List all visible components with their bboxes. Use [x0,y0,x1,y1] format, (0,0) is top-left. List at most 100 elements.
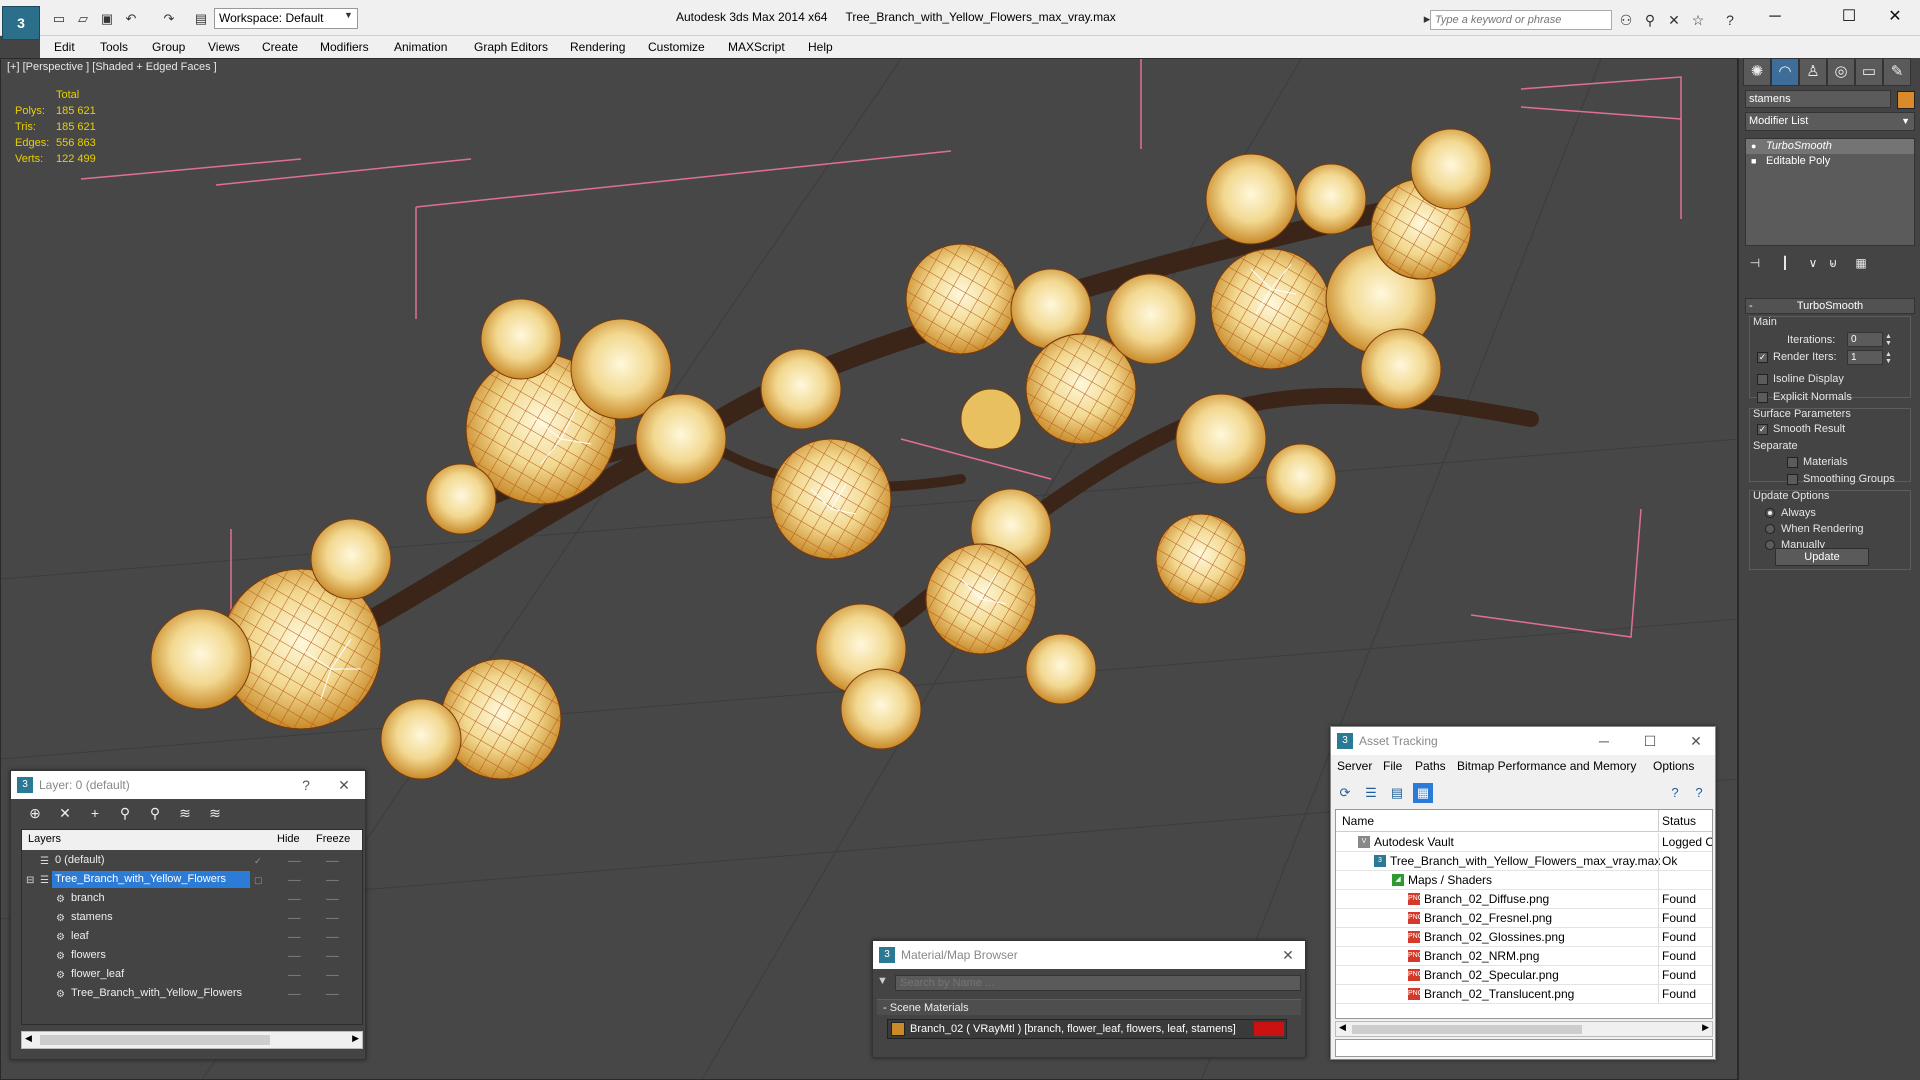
hide-toggle[interactable]: ── [288,890,302,909]
menu-server[interactable]: Server [1337,759,1372,773]
create-layer-icon[interactable]: ⊕ [25,804,45,822]
spinner-arrows-icon[interactable]: ▲ ▼ [1885,333,1892,347]
table-row[interactable]: V Autodesk Vault Logged Out [1336,833,1712,852]
freeze-toggle[interactable]: ── [326,890,340,909]
configure-sets-icon[interactable]: ▦ [1851,254,1871,272]
freeze-toggle[interactable]: ── [326,871,340,890]
menu-customize[interactable]: Customize [648,40,705,54]
object-name-field[interactable]: stamens [1745,90,1891,108]
layer-row[interactable]: ⚙ leaf ── ── [22,928,362,947]
pin-stack-icon[interactable]: ⊣ [1745,254,1765,272]
asset-tracking-titlebar[interactable]: 3 Asset Tracking ─ ☐ ✕ [1331,727,1715,755]
scrollbar-thumb[interactable] [1352,1025,1582,1034]
layer-row[interactable]: ⚙ Tree_Branch_with_Yellow_Flowers ── ── [22,985,362,1004]
close-icon[interactable]: ✕ [329,771,359,799]
freeze-toggle[interactable]: ── [326,966,340,985]
save-file-icon[interactable]: ▣ [98,10,116,28]
utilities-tab-icon[interactable]: ✎ [1883,58,1911,86]
freeze-toggle[interactable]: ── [326,909,340,928]
app-logo-icon[interactable]: 3 [2,6,40,40]
table-view-icon[interactable]: ▦ [1413,783,1433,803]
hide-toggle[interactable]: ── [288,871,302,890]
active-checkmark-icon[interactable]: ✓ [254,852,268,871]
layer-row[interactable]: ⚙ flower_leaf ── ── [22,966,362,985]
table-row[interactable]: 3 Tree_Branch_with_Yellow_Flowers_max_vr… [1336,852,1712,871]
hide-toggle[interactable]: ── [288,852,302,871]
when-rendering-radio[interactable] [1765,524,1775,534]
active-layer-icon[interactable]: ▢ [254,871,268,890]
refresh-icon[interactable]: ⟳ [1335,783,1355,803]
communication-icon[interactable]: ✕ [1664,10,1684,30]
add-to-layer-icon[interactable]: + [85,804,105,822]
motion-tab-icon[interactable]: ◎ [1827,58,1855,86]
layer-window-titlebar[interactable]: 3 Layer: 0 (default) ? ✕ [11,771,365,799]
table-row[interactable]: ◢ Maps / Shaders [1336,871,1712,890]
hide-toggle[interactable]: ── [288,966,302,985]
hide-toggle[interactable]: ── [288,909,302,928]
hide-all-icon[interactable]: ≋ [175,804,195,822]
col-hide[interactable]: Hide [277,833,300,845]
iterations-spinner[interactable]: 0 [1847,332,1883,347]
render-iters-spinner[interactable]: 1 [1847,350,1883,365]
menu-tools[interactable]: Tools [100,40,128,54]
open-file-icon[interactable]: ▱ [74,10,92,28]
create-tab-icon[interactable]: ✺ [1743,58,1771,86]
scroll-left-icon[interactable]: ◀ [1339,1022,1346,1033]
layer-row[interactable]: ⊟ ☰ Tree_Branch_with_Yellow_Flowers ▢ ──… [22,871,362,890]
stack-item-turbosmooth[interactable]: ● TurboSmooth [1746,139,1914,154]
lightbulb-icon[interactable]: ● [1751,139,1756,154]
menu-bitmap-performance[interactable]: Bitmap Performance and Memory [1457,759,1636,773]
horizontal-scrollbar[interactable]: ◀ ▶ [21,1031,363,1049]
filter-dropdown-icon[interactable]: ▼ [877,975,888,987]
column-separator[interactable] [1658,810,1659,832]
hide-toggle[interactable]: ── [288,947,302,966]
layer-row[interactable]: ⚙ flowers ── ── [22,947,362,966]
freeze-toggle[interactable]: ── [326,928,340,947]
layer-row[interactable]: ⚙ stamens ── ── [22,909,362,928]
hierarchy-tab-icon[interactable]: ♙ [1799,58,1827,86]
menu-rendering[interactable]: Rendering [570,40,625,54]
close-icon[interactable]: ✕ [1681,727,1711,755]
object-color-swatch[interactable] [1897,91,1915,109]
collapse-icon[interactable]: - [1749,299,1753,313]
search-input[interactable] [1430,10,1612,30]
make-unique-icon[interactable]: ∨ [1803,254,1823,272]
menu-edit[interactable]: Edit [54,40,75,54]
maximize-icon[interactable]: ☐ [1635,727,1665,755]
menu-views[interactable]: Views [208,40,240,54]
freeze-toggle[interactable]: ── [326,947,340,966]
col-name[interactable]: Name [1342,814,1374,828]
update-button[interactable]: Update [1775,548,1869,566]
chevron-down-icon[interactable]: ▼ [344,10,353,20]
viewport-label[interactable]: [+] [Perspective ] [Shaded + Edged Faces… [7,61,217,73]
freeze-toggle[interactable]: ── [326,985,340,1004]
scroll-right-icon[interactable]: ▶ [352,1033,359,1044]
materials-checkbox[interactable] [1787,457,1798,468]
subscription-icon[interactable]: ⚲ [1640,10,1660,30]
select-objects-icon[interactable]: ⚲ [115,804,135,822]
table-row[interactable]: PNG Branch_02_Diffuse.png Found [1336,890,1712,909]
material-search-input[interactable] [895,975,1301,991]
layer-row[interactable]: ☰ 0 (default) ✓ ── ── [22,852,362,871]
menu-create[interactable]: Create [262,40,298,54]
highlight-layer-icon[interactable]: ⚲ [145,804,165,822]
hide-toggle[interactable]: ── [288,985,302,1004]
always-radio[interactable] [1765,508,1775,518]
smoothing-groups-checkbox[interactable] [1787,474,1798,485]
collapse-minus-icon[interactable]: ⊟ [26,871,38,890]
menu-graph-editors[interactable]: Graph Editors [474,40,548,54]
explicit-normals-checkbox[interactable] [1757,392,1768,403]
modifier-list-dropdown[interactable]: Modifier List ▼ [1745,112,1915,131]
settings-help-icon[interactable]: ? [1689,783,1709,803]
redo-icon[interactable]: ↷ [160,10,178,28]
minimize-icon[interactable]: ─ [1752,2,1798,32]
table-row[interactable]: PNG Branch_02_Translucent.png Found [1336,985,1712,1004]
manually-radio[interactable] [1765,540,1775,550]
menu-options[interactable]: Options [1653,759,1694,773]
material-item[interactable]: Branch_02 ( VRayMtl ) [branch, flower_le… [887,1019,1287,1039]
show-end-result-icon[interactable]: ┃ [1775,254,1795,272]
table-row[interactable]: PNG Branch_02_Glossines.png Found [1336,928,1712,947]
help-icon[interactable]: ? [291,771,321,799]
layer-row[interactable]: ⚙ branch ── ── [22,890,362,909]
binoculars-icon[interactable]: ⚇ [1616,10,1636,30]
